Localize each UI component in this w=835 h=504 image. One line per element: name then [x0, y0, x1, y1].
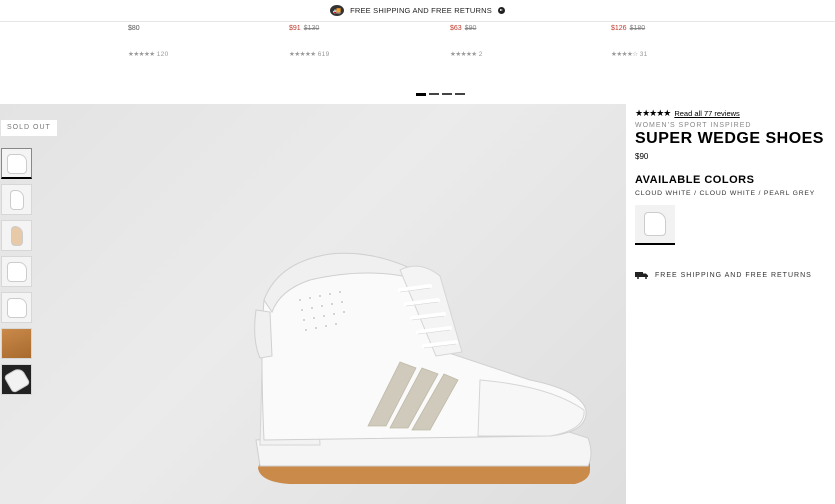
thumbnail-top[interactable] [1, 364, 32, 395]
arrow-right-icon [497, 7, 505, 14]
product-category: WOMEN'S SPORT INSPIRED [635, 122, 752, 129]
sole-thumbnail-icon [12, 227, 22, 245]
color-name: CLOUD WHITE / CLOUD WHITE / PEARL GREY [635, 190, 816, 197]
carousel-dot[interactable] [455, 93, 465, 95]
product-info-panel: ★★★★★ Read all 77 reviews WOMEN'S SPORT … [635, 108, 830, 279]
thumbnail-list [1, 148, 32, 395]
carousel-dot[interactable] [429, 93, 439, 95]
thumbnail-outsole[interactable] [1, 328, 32, 359]
product-title: SUPER WEDGE SHOES [635, 130, 824, 147]
available-colors-heading: AVAILABLE COLORS [635, 174, 755, 186]
product-price: $90 [635, 152, 649, 161]
product-rating: ★★★★★ 120 [128, 51, 169, 58]
star-rating-icon: ★★★★★ [450, 51, 477, 58]
shipping-banner[interactable]: 🚚 FREE SHIPPING AND FREE RETURNS [0, 0, 835, 22]
star-rating-icon: ★★★★★ [635, 108, 671, 118]
shipping-note-text: FREE SHIPPING AND FREE RETURNS [655, 271, 812, 279]
recommended-product-3[interactable]: $63 $90 ★★★★★ 2 [450, 25, 483, 58]
shipping-note: FREE SHIPPING AND FREE RETURNS [635, 271, 830, 279]
recommended-product-4[interactable]: $126 $180 ★★★★☆ 31 [611, 25, 648, 58]
recommended-product-1[interactable]: $80 ★★★★★ 120 [128, 25, 169, 58]
read-reviews-link[interactable]: Read all 77 reviews [674, 109, 739, 118]
product-rating: ★★★★☆ 31 [611, 51, 648, 58]
shipping-banner-text: FREE SHIPPING AND FREE RETURNS [350, 6, 492, 15]
shoe-thumbnail-icon [11, 191, 23, 209]
shoe-heel-tab [254, 309, 273, 359]
thumbnail-side[interactable] [1, 148, 32, 179]
thumbnail-front[interactable] [1, 184, 32, 215]
product-rating: ★★★★★ 2 [450, 51, 483, 58]
shoe-thumbnail-icon [645, 213, 665, 235]
carousel-dot[interactable] [416, 93, 426, 96]
truck-icon [635, 272, 648, 279]
carousel-dot[interactable] [442, 93, 452, 95]
star-rating-icon: ★★★★★ [128, 51, 155, 58]
product-reviews: ★★★★★ Read all 77 reviews [635, 108, 830, 119]
shoe-thumbnail-icon [8, 299, 26, 317]
shoe-thumbnail-icon [8, 263, 26, 281]
shoe-image [254, 252, 592, 484]
truck-icon: 🚚 [330, 5, 345, 16]
recommended-product-2[interactable]: $91 $130 ★★★★★ 619 [289, 25, 330, 58]
shoe-toe-cap [477, 379, 585, 437]
carousel-pagination [416, 93, 465, 96]
product-price: $63 $90 [450, 25, 477, 32]
star-rating-icon: ★★★★☆ [611, 51, 638, 58]
shoe-thumbnail-icon [4, 367, 30, 393]
product-price: $91 $130 [289, 25, 320, 32]
thumbnail-detail[interactable] [1, 292, 32, 323]
sold-out-badge: SOLD OUT [1, 120, 57, 136]
product-rating: ★★★★★ 619 [289, 51, 330, 58]
product-price: $126 $180 [611, 25, 646, 32]
product-price: $80 [128, 25, 140, 32]
product-image-gallery: SOLD OUT [0, 104, 626, 504]
color-swatch[interactable] [635, 205, 675, 245]
star-rating-icon: ★★★★★ [289, 51, 316, 58]
shoe-thumbnail-icon [8, 155, 26, 173]
thumbnail-back[interactable] [1, 256, 32, 287]
thumbnail-sole[interactable] [1, 220, 32, 251]
